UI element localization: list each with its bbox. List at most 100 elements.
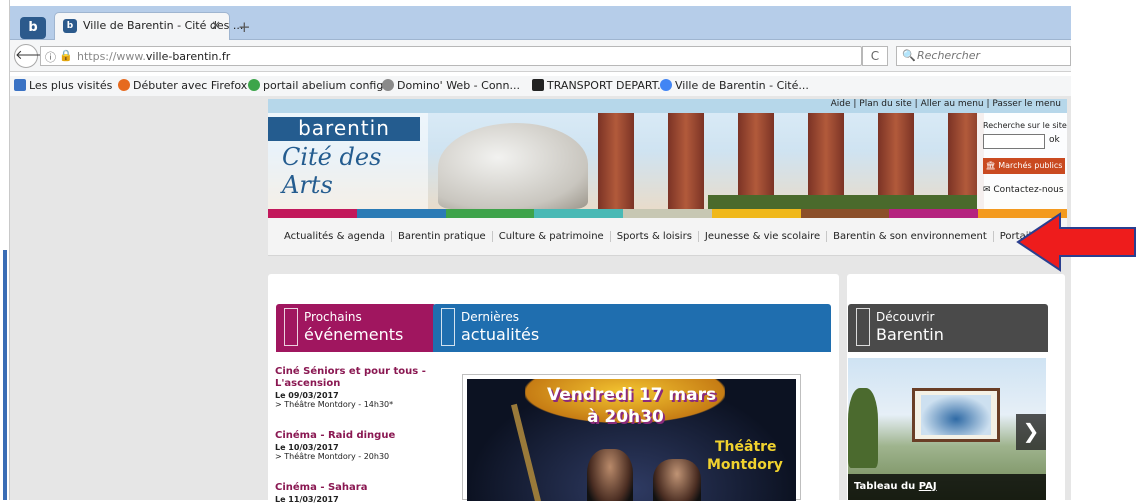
site-logo[interactable]: barentin Cité des Arts bbox=[268, 113, 428, 209]
poster-venue-line1: Théâtre bbox=[715, 439, 777, 455]
firefox-icon bbox=[118, 79, 130, 91]
browser-search-input[interactable] bbox=[917, 49, 1067, 62]
window-left-edge bbox=[0, 0, 10, 500]
menu-environnement[interactable]: Barentin & son environnement bbox=[827, 231, 994, 242]
poster-performer bbox=[653, 459, 701, 501]
new-tab-button[interactable]: + bbox=[238, 18, 251, 36]
site-search-ok-button[interactable]: ok bbox=[1049, 135, 1060, 145]
back-button[interactable]: 🡐 bbox=[14, 44, 50, 68]
menu-culture[interactable]: Culture & patrimoine bbox=[493, 231, 611, 242]
thumb-tree bbox=[848, 388, 878, 468]
red-arrow-annotation-icon bbox=[1016, 212, 1136, 272]
menu-barentin-pratique[interactable]: Barentin pratique bbox=[392, 231, 493, 242]
contact-link[interactable]: ✉ Contactez-nous bbox=[983, 185, 1064, 195]
caption-abbr: PAJ bbox=[918, 481, 937, 492]
bookmark-label: portail abelium config bbox=[263, 79, 384, 92]
slideshow-next-icon[interactable]: ❯ bbox=[1016, 414, 1046, 450]
event-item[interactable]: Ciné Séniors et pour tous - L'ascension … bbox=[275, 366, 440, 409]
color-segment bbox=[711, 209, 801, 218]
discover-block-header[interactable]: Découvrir Barentin bbox=[848, 304, 1048, 352]
marches-publics-button[interactable]: 🏛 Marchés publics bbox=[983, 158, 1065, 174]
bookmark-domino[interactable]: Domino' Web - Conn... bbox=[382, 79, 520, 92]
navigation-toolbar: 🡐 ⓘ 🔒 https://www.ville-barentin.fr C 🔍 bbox=[10, 40, 1071, 72]
bookmark-label: Ville de Barentin - Cité... bbox=[675, 79, 809, 92]
theme-color-bar bbox=[268, 209, 1068, 218]
logo-tagline: Cité des Arts bbox=[282, 143, 382, 199]
color-segment bbox=[534, 209, 624, 218]
event-date: Le 09/03/2017 bbox=[275, 391, 339, 400]
color-segment bbox=[356, 209, 446, 218]
color-segment bbox=[800, 209, 890, 218]
main-menu: Actualités & agenda Barentin pratique Cu… bbox=[268, 218, 1070, 256]
color-segment bbox=[268, 209, 357, 218]
color-segment bbox=[889, 209, 979, 218]
color-segment bbox=[445, 209, 535, 218]
news-head-line2: actualités bbox=[461, 325, 540, 344]
events-head-line2: événements bbox=[304, 325, 404, 344]
event-title[interactable]: Cinéma - Raid dingue bbox=[275, 430, 440, 442]
event-date: Le 10/03/2017 bbox=[275, 443, 339, 452]
bookmark-transport[interactable]: TRANSPORT DEPART... bbox=[532, 79, 668, 92]
map-board bbox=[912, 388, 1000, 442]
menu-jeunesse[interactable]: Jeunesse & vie scolaire bbox=[699, 231, 828, 242]
event-item[interactable]: Cinéma - Raid dingue Le 10/03/2017 > Thé… bbox=[275, 430, 440, 461]
firefox-menu-button[interactable]: b bbox=[20, 17, 46, 39]
events-head-line1: Prochains bbox=[304, 310, 362, 324]
menu-sports[interactable]: Sports & loisirs bbox=[611, 231, 699, 242]
bookmark-label: Débuter avec Firefox bbox=[133, 79, 248, 92]
url-prefix: https://www. bbox=[77, 50, 146, 63]
pin-icon bbox=[532, 79, 544, 91]
site-search-input[interactable] bbox=[983, 134, 1045, 149]
slideshow-caption: Tableau du PAJ bbox=[848, 474, 1046, 500]
discover-slideshow-image[interactable]: ❯ Tableau du PAJ bbox=[848, 358, 1046, 500]
bookmark-label: Domino' Web - Conn... bbox=[397, 79, 520, 92]
site-search-label: Recherche sur le site bbox=[983, 121, 1067, 130]
bookmark-most-visited[interactable]: Les plus visités bbox=[14, 79, 112, 92]
bookmark-getting-started[interactable]: Débuter avec Firefox bbox=[118, 79, 247, 92]
news-block-header[interactable]: Dernières actualités bbox=[433, 304, 831, 352]
globe-icon bbox=[248, 79, 260, 91]
discover-head-line1: Découvrir bbox=[876, 310, 935, 324]
bookmark-label: Les plus visités bbox=[29, 79, 113, 92]
poster-time-line: à 20h30 bbox=[587, 407, 664, 427]
viaduct-arch bbox=[598, 113, 634, 209]
banner-grass bbox=[708, 195, 978, 209]
statue-image bbox=[438, 123, 588, 209]
viaduct-arch bbox=[668, 113, 704, 209]
event-title[interactable]: Cinéma - Sahara bbox=[275, 482, 440, 494]
news-poster-image[interactable]: Vendredi 17 mars à 20h30 Théâtre Montdor… bbox=[462, 374, 801, 501]
tab-close-icon[interactable]: × bbox=[211, 18, 221, 32]
poster-venue-line2: Montdory bbox=[707, 457, 783, 473]
city-emblem-icon bbox=[856, 308, 870, 346]
news-head-line1: Dernières bbox=[461, 310, 519, 324]
google-icon bbox=[660, 79, 672, 91]
browser-search-box[interactable]: 🔍 bbox=[896, 46, 1071, 66]
poster-performer bbox=[587, 449, 633, 501]
info-icon[interactable]: ⓘ bbox=[45, 49, 56, 65]
map-illustration bbox=[921, 395, 991, 435]
url-bar[interactable]: ⓘ 🔒 https://www.ville-barentin.fr bbox=[40, 46, 862, 66]
reload-button[interactable]: C bbox=[862, 46, 888, 66]
event-title[interactable]: Ciné Séniors et pour tous - L'ascension bbox=[275, 366, 440, 390]
accessibility-links[interactable]: Aide | Plan du site | Aller au menu | Pa… bbox=[831, 99, 1061, 109]
header-tools: Recherche sur le site ok 🏛 Marchés publi… bbox=[977, 113, 1067, 209]
menu-actualites[interactable]: Actualités & agenda bbox=[278, 231, 392, 242]
gear-icon bbox=[382, 79, 394, 91]
accessibility-links-bar: Aide | Plan du site | Aller au menu | Pa… bbox=[268, 99, 1067, 113]
lock-warning-icon[interactable]: 🔒 bbox=[59, 49, 73, 62]
poster-date-line: Vendredi 17 mars bbox=[547, 385, 717, 405]
event-place: > Théâtre Montdory - 14h30* bbox=[275, 400, 394, 409]
discover-head-line2: Barentin bbox=[876, 325, 944, 344]
city-emblem-icon bbox=[284, 308, 298, 346]
bookmarks-toolbar: Les plus visités Débuter avec Firefox po… bbox=[10, 76, 1071, 96]
caption-prefix: Tableau du bbox=[854, 481, 919, 492]
bookmark-barentin[interactable]: Ville de Barentin - Cité... bbox=[660, 79, 809, 92]
event-item[interactable]: Cinéma - Sahara Le 11/03/2017 bbox=[275, 482, 440, 504]
browser-tab-active[interactable]: b Ville de Barentin - Cité des ... × bbox=[54, 12, 243, 40]
url-domain: ville-barentin.fr bbox=[145, 50, 231, 63]
window-side-accent bbox=[3, 250, 7, 500]
city-emblem-icon bbox=[441, 308, 455, 346]
events-block-header[interactable]: Prochains événements bbox=[276, 304, 436, 352]
bookmark-abelium[interactable]: portail abelium config bbox=[248, 79, 383, 92]
site-favicon-icon: b bbox=[63, 19, 77, 33]
